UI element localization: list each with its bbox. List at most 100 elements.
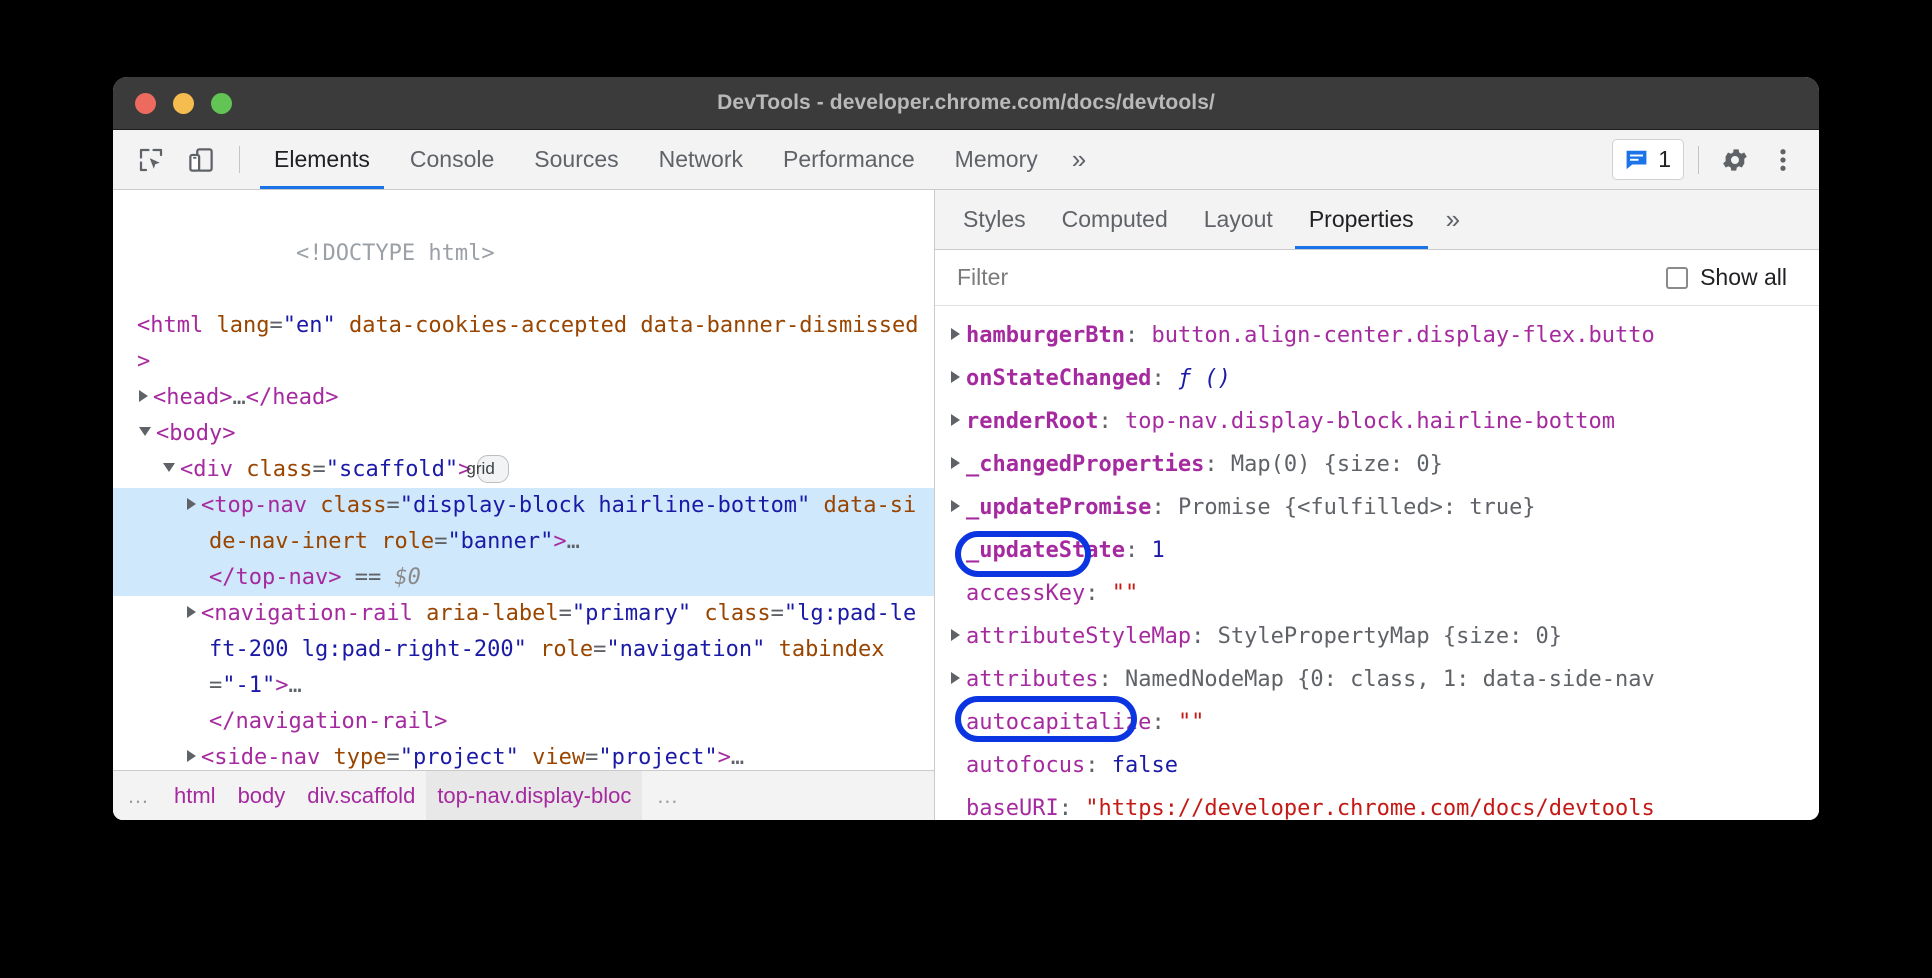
property-value[interactable]: "https://developer.chrome.com/docs/devto… xyxy=(1085,796,1655,820)
tab-layout[interactable]: Layout xyxy=(1186,190,1291,249)
dom-node-side-nav[interactable]: <side-nav type="project" view="project">… xyxy=(113,740,934,770)
window-title: DevTools - developer.chrome.com/docs/dev… xyxy=(113,91,1819,115)
inspect-element-icon xyxy=(136,145,166,175)
property-value[interactable]: "" xyxy=(1178,710,1205,735)
filter-input[interactable] xyxy=(957,264,1666,291)
tab-elements[interactable]: Elements xyxy=(254,130,390,189)
tab-layout-label: Layout xyxy=(1204,206,1273,233)
dom-node-top-nav[interactable]: ⋯<top-nav class="display-block hairline-… xyxy=(113,488,934,596)
property-value[interactable]: 1 xyxy=(1151,538,1164,563)
property-name: hamburgerBtn xyxy=(966,323,1125,348)
dom-node-doctype[interactable]: <!DOCTYPE html> xyxy=(113,200,934,308)
property-row-autofocus[interactable]: autofocus: false xyxy=(935,744,1819,787)
tab-performance[interactable]: Performance xyxy=(763,130,935,189)
more-panels-button[interactable]: » xyxy=(1058,130,1100,189)
breadcrumb-item-html[interactable]: html xyxy=(163,771,227,820)
devtools-window: DevTools - developer.chrome.com/docs/dev… xyxy=(113,77,1819,820)
sidebar-tabs: Styles Computed Layout Properties » xyxy=(935,190,1819,250)
property-name: attributeStyleMap xyxy=(966,624,1191,649)
toolbar-right-icons: 1 xyxy=(1612,130,1819,189)
expand-triangle-head[interactable] xyxy=(139,390,148,402)
maximize-window-button[interactable] xyxy=(211,93,232,114)
property-name: renderRoot xyxy=(966,409,1098,434)
tab-console[interactable]: Console xyxy=(390,130,514,189)
property-row-attributeStyleMap[interactable]: attributeStyleMap: StylePropertyMap {siz… xyxy=(935,615,1819,658)
filter-row: Show all xyxy=(935,250,1819,306)
property-value[interactable]: Map(0) {size: 0} xyxy=(1231,452,1443,477)
breadcrumb-item-body[interactable]: body xyxy=(227,771,297,820)
device-toolbar-icon xyxy=(186,145,216,175)
sidebar-panel: Styles Computed Layout Properties » Show… xyxy=(935,190,1819,820)
expand-triangle-attributeStyleMap[interactable] xyxy=(951,629,960,641)
collapse-triangle-body[interactable] xyxy=(139,427,151,436)
property-value[interactable]: Promise {<fulfilled>: true} xyxy=(1178,495,1536,520)
property-value[interactable]: StylePropertyMap {size: 0} xyxy=(1218,624,1562,649)
property-value[interactable]: "" xyxy=(1112,581,1139,606)
property-value[interactable]: button.align-center.display-flex.butto xyxy=(1151,323,1654,348)
dom-tree[interactable]: <!DOCTYPE html> <html lang="en" data-coo… xyxy=(113,190,934,770)
tab-memory[interactable]: Memory xyxy=(935,130,1058,189)
tab-styles[interactable]: Styles xyxy=(945,190,1044,249)
property-row-baseURI[interactable]: baseURI: "https://developer.chrome.com/d… xyxy=(935,787,1819,820)
property-value[interactable]: false xyxy=(1112,753,1178,778)
show-all-checkbox[interactable] xyxy=(1666,267,1688,289)
expand-triangle-side-nav[interactable] xyxy=(187,750,196,762)
expand-triangle-hamburgerBtn[interactable] xyxy=(951,328,960,340)
tab-performance-label: Performance xyxy=(783,146,915,173)
expand-triangle-navigation-rail[interactable] xyxy=(187,606,196,618)
dom-node-navigation-rail[interactable]: <navigation-rail aria-label="primary" cl… xyxy=(113,596,934,740)
breadcrumb-overflow-left[interactable]: … xyxy=(113,771,163,820)
property-name: attributes xyxy=(966,667,1098,692)
device-toolbar-button[interactable] xyxy=(179,138,223,182)
property-row-_updatePromise[interactable]: _updatePromise: Promise {<fulfilled>: tr… xyxy=(935,486,1819,529)
property-row-_changedProperties[interactable]: _changedProperties: Map(0) {size: 0} xyxy=(935,443,1819,486)
dom-node-html[interactable]: <html lang="en" data-cookies-accepted da… xyxy=(113,308,934,380)
chevron-double-right-icon: » xyxy=(1072,144,1086,175)
expand-triangle-attributes[interactable] xyxy=(951,672,960,684)
issues-button[interactable]: 1 xyxy=(1612,139,1684,180)
property-name: _changedProperties xyxy=(966,452,1204,477)
tab-network[interactable]: Network xyxy=(639,130,763,189)
expand-triangle-top-nav[interactable] xyxy=(187,498,196,510)
breadcrumb-overflow-right[interactable]: … xyxy=(642,771,692,820)
show-all-toggle[interactable]: Show all xyxy=(1666,264,1801,291)
breadcrumb-item-div[interactable]: div.scaffold xyxy=(296,771,426,820)
close-window-button[interactable] xyxy=(135,93,156,114)
property-row-onStateChanged[interactable]: onStateChanged: ƒ () xyxy=(935,357,1819,400)
toolbar-divider-2 xyxy=(1698,146,1699,174)
expand-triangle-renderRoot[interactable] xyxy=(951,414,960,426)
tab-computed[interactable]: Computed xyxy=(1044,190,1186,249)
property-row-hamburgerBtn[interactable]: hamburgerBtn: button.align-center.displa… xyxy=(935,314,1819,357)
tab-console-label: Console xyxy=(410,146,494,173)
expand-triangle-_changedProperties[interactable] xyxy=(951,457,960,469)
doctype-text: <!DOCTYPE html> xyxy=(296,241,495,266)
property-row-autocapitalize[interactable]: autocapitalize: "" xyxy=(935,701,1819,744)
property-value[interactable]: ƒ () xyxy=(1178,366,1231,391)
settings-button[interactable] xyxy=(1713,138,1757,182)
property-row-renderRoot[interactable]: renderRoot: top-nav.display-block.hairli… xyxy=(935,400,1819,443)
dom-node-div-scaffold[interactable]: <div class="scaffold">grid xyxy=(113,452,934,488)
property-value[interactable]: top-nav.display-block.hairline-bottom xyxy=(1125,409,1615,434)
property-value[interactable]: NamedNodeMap {0: class, 1: data-side-nav xyxy=(1125,667,1655,692)
main-menu-button[interactable] xyxy=(1761,138,1805,182)
minimize-window-button[interactable] xyxy=(173,93,194,114)
toolbar-left-icons xyxy=(113,130,254,189)
collapse-triangle-scaffold[interactable] xyxy=(163,463,175,472)
expand-triangle-_updatePromise[interactable] xyxy=(951,500,960,512)
dom-node-body[interactable]: <body> xyxy=(113,416,934,452)
grid-badge[interactable]: grid xyxy=(477,455,508,483)
tab-elements-label: Elements xyxy=(274,146,370,173)
property-row-_updateState[interactable]: _updateState: 1 xyxy=(935,529,1819,572)
more-sidebar-tabs-button[interactable]: » xyxy=(1432,190,1474,249)
tab-computed-label: Computed xyxy=(1062,206,1168,233)
property-row-accessKey[interactable]: accessKey: "" xyxy=(935,572,1819,615)
dom-node-head[interactable]: <head>…</head> xyxy=(113,380,934,416)
show-all-label: Show all xyxy=(1700,264,1787,291)
tab-sources[interactable]: Sources xyxy=(514,130,638,189)
breadcrumb-item-top-nav[interactable]: top-nav.display-bloc xyxy=(426,771,642,820)
tab-properties[interactable]: Properties xyxy=(1291,190,1432,249)
properties-list[interactable]: hamburgerBtn: button.align-center.displa… xyxy=(935,306,1819,820)
property-row-attributes[interactable]: attributes: NamedNodeMap {0: class, 1: d… xyxy=(935,658,1819,701)
expand-triangle-onStateChanged[interactable] xyxy=(951,371,960,383)
inspect-element-button[interactable] xyxy=(129,138,173,182)
